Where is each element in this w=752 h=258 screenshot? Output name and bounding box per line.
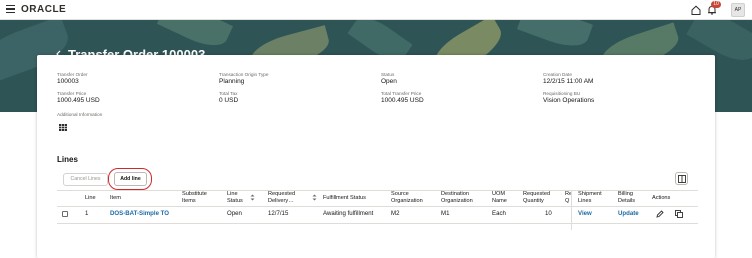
row-select-checkbox[interactable] (62, 211, 68, 217)
update-billing-details-link[interactable]: Update (618, 210, 639, 218)
cell-fulfillment-status: Awaiting fulfillment (323, 210, 374, 217)
add-line-button[interactable]: Add line (114, 172, 147, 186)
field-total-transfer-price: Total Transfer Price 1000.495 USD (381, 91, 424, 104)
transfer-order-card: Transfer Order 100003 Transaction Origin… (37, 55, 715, 258)
field-transaction-origin-type: Transaction Origin Type Planning (219, 72, 269, 85)
cell-source-organization: M2 (391, 210, 400, 217)
cell-item-link[interactable]: DOS-BAT-Simple TO (110, 210, 169, 218)
field-transfer-order: Transfer Order 100003 (57, 72, 88, 85)
cell-line: 1 (85, 210, 89, 217)
field-creation-date: Creation Date 12/2/15 11:00 AM (543, 72, 594, 85)
column-header-source-organization: Source Organization (391, 191, 423, 204)
column-header-shipment-lines: Shipment Lines (578, 191, 602, 204)
column-header-billing-details: Billing Details (618, 191, 636, 204)
navigator-menu-icon[interactable] (6, 5, 15, 13)
header-bottom-border (57, 206, 698, 207)
duplicate-icon[interactable] (675, 210, 683, 218)
oracle-logo: ORACLE (21, 4, 67, 15)
cell-line-status: Open (227, 210, 242, 217)
cell-requested-delivery: 12/7/15 (268, 210, 289, 217)
sort-icon[interactable] (250, 194, 255, 201)
field-additional-information: Additional Information (57, 112, 103, 117)
user-avatar[interactable]: AP (731, 3, 745, 17)
column-header-line: Line (85, 195, 96, 201)
column-header-fulfillment-status: Fulfillment Status (323, 195, 366, 201)
row-bottom-border (57, 223, 698, 224)
column-header-substitute-items: Substitute Items (182, 191, 207, 204)
column-header-destination-organization: Destination Organization (441, 191, 473, 204)
lines-section-title: Lines (57, 155, 78, 164)
notification-badge: 10 (711, 1, 721, 8)
column-header-item: Item (110, 195, 121, 201)
column-header-requested-quantity: Requested Quantity (523, 191, 551, 204)
column-header-actions: Actions (652, 195, 671, 201)
columns-icon (678, 175, 686, 183)
sort-icon[interactable] (312, 194, 317, 201)
field-status: Status Open (381, 72, 397, 85)
cell-uom-name: Each (492, 210, 506, 217)
column-view-button[interactable] (675, 172, 688, 185)
cancel-lines-button[interactable]: Cancel Lines (63, 173, 108, 186)
field-total-tax: Total Tax 0 USD (219, 91, 239, 104)
edit-icon[interactable] (656, 210, 664, 218)
cell-requested-quantity: 10 (545, 210, 552, 217)
home-icon[interactable] (690, 4, 702, 16)
grid-icon[interactable] (59, 124, 67, 131)
column-header-uom-name: UOM Name (492, 191, 507, 204)
field-requisitioning-bu: Requisitioning BU Vision Operations (543, 91, 595, 104)
column-header-requested-delivery: Requested Delivery… (268, 191, 296, 204)
cell-destination-organization: M1 (441, 210, 450, 217)
view-shipment-lines-link[interactable]: View (578, 210, 592, 218)
column-header-line-status: Line Status (227, 191, 243, 204)
field-transfer-price: Transfer Price 1000.495 USD (57, 91, 100, 104)
frozen-column-divider (571, 190, 572, 230)
global-header: ORACLE 10 AP (0, 0, 752, 20)
